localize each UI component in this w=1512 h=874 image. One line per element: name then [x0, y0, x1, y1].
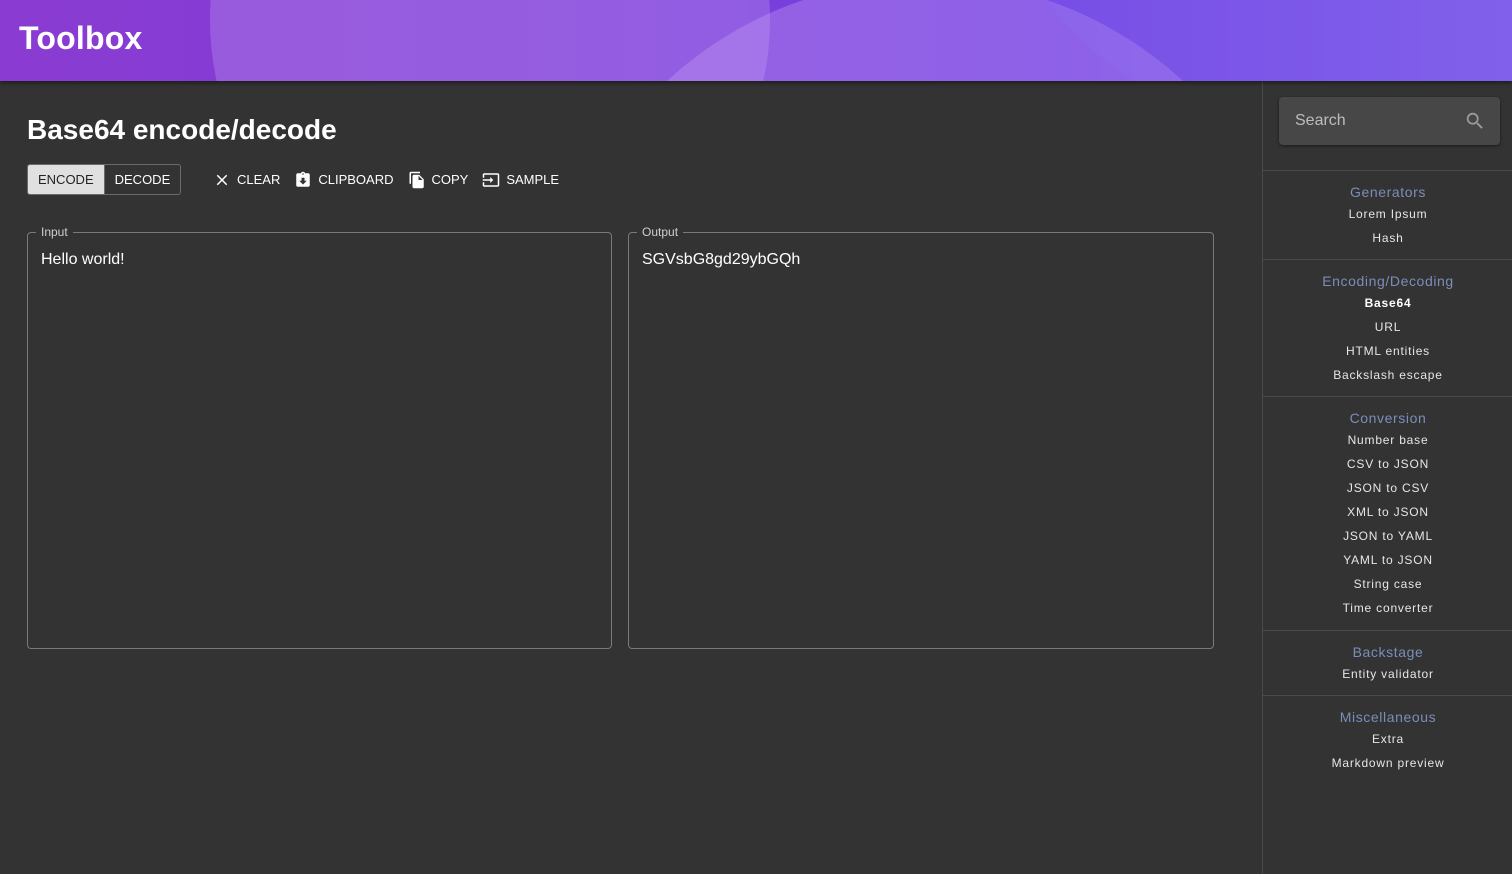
nav-section-conversion: Conversion Number base CSV to JSON JSON … [1263, 396, 1512, 620]
nav-section-generators: Generators Lorem Ipsum Hash [1263, 170, 1512, 250]
encode-button[interactable]: ENCODE [28, 165, 104, 194]
nav-section-miscellaneous: Miscellaneous Extra Markdown preview [1263, 695, 1512, 775]
copy-icon [409, 171, 424, 188]
sidebar-item-backslash-escape[interactable]: Backslash escape [1263, 363, 1512, 387]
sidebar-item-entity-validator[interactable]: Entity validator [1263, 662, 1512, 686]
nav-section-heading: Encoding/Decoding [1322, 273, 1454, 289]
input-value[interactable]: Hello world! [41, 251, 125, 269]
sidebar-item-extra[interactable]: Extra [1263, 727, 1512, 751]
main-content: Base64 encode/decode ENCODE DECODE CLEAR… [0, 81, 1262, 874]
mode-toggle-group: ENCODE DECODE [27, 164, 182, 195]
sidebar-item-json-to-yaml[interactable]: JSON to YAML [1263, 524, 1512, 548]
sidebar-item-yaml-to-json[interactable]: YAML to JSON [1263, 548, 1512, 572]
sidebar-item-url[interactable]: URL [1263, 315, 1512, 339]
input-field[interactable]: Input Hello world! [27, 225, 612, 649]
sidebar-item-csv-to-json[interactable]: CSV to JSON [1263, 452, 1512, 476]
nav-section-heading: Conversion [1349, 410, 1427, 426]
clipboard-button[interactable]: CLIPBOARD [286, 164, 399, 195]
nav-section-backstage: Backstage Entity validator [1263, 630, 1512, 686]
sidebar-item-base64[interactable]: Base64 [1263, 291, 1512, 315]
close-icon [216, 174, 228, 185]
app-header: Toolbox [0, 0, 1512, 81]
sidebar-item-json-to-csv[interactable]: JSON to CSV [1263, 476, 1512, 500]
input-label: Input [36, 225, 73, 239]
copy-label: COPY [431, 172, 469, 187]
action-toolbar: CLEAR CLIPBOARD COPY SAMPLE [205, 164, 565, 195]
sidebar: Search Generators Lorem Ipsum Hash Encod… [1262, 81, 1512, 874]
sample-label: SAMPLE [506, 172, 560, 187]
clear-button[interactable]: CLEAR [205, 164, 286, 195]
sidebar-item-string-case[interactable]: String case [1263, 572, 1512, 596]
search-icon[interactable] [1464, 110, 1486, 132]
sidebar-item-xml-to-json[interactable]: XML to JSON [1263, 500, 1512, 524]
sidebar-item-markdown-preview[interactable]: Markdown preview [1263, 751, 1512, 775]
clipboard-label: CLIPBOARD [318, 172, 394, 187]
decode-button[interactable]: DECODE [103, 165, 181, 194]
sidebar-item-time-converter[interactable]: Time converter [1263, 596, 1512, 620]
clear-label: CLEAR [237, 172, 281, 187]
sidebar-item-lorem-ipsum[interactable]: Lorem Ipsum [1263, 202, 1512, 226]
nav-section-heading: Generators [1349, 184, 1427, 200]
paste-icon [296, 171, 311, 187]
sidebar-item-html-entities[interactable]: HTML entities [1263, 339, 1512, 363]
output-field[interactable]: Output SGVsbG8gd29ybGQh [628, 225, 1214, 649]
page-title: Base64 encode/decode [27, 114, 337, 145]
nav-section-encoding: Encoding/Decoding Base64 URL HTML entiti… [1263, 259, 1512, 387]
nav-section-heading: Miscellaneous [1339, 709, 1437, 725]
sidebar-item-hash[interactable]: Hash [1263, 226, 1512, 250]
search-placeholder: Search [1295, 112, 1346, 129]
output-value[interactable]: SGVsbG8gd29ybGQh [642, 251, 800, 269]
sidebar-item-number-base[interactable]: Number base [1263, 428, 1512, 452]
copy-button[interactable]: COPY [400, 164, 475, 195]
nav-section-heading: Backstage [1352, 644, 1424, 660]
app-title[interactable]: Toolbox [19, 20, 142, 57]
output-label: Output [637, 225, 684, 239]
search-input[interactable]: Search [1279, 97, 1500, 145]
sample-icon [483, 172, 500, 187]
sample-button[interactable]: SAMPLE [474, 164, 565, 195]
